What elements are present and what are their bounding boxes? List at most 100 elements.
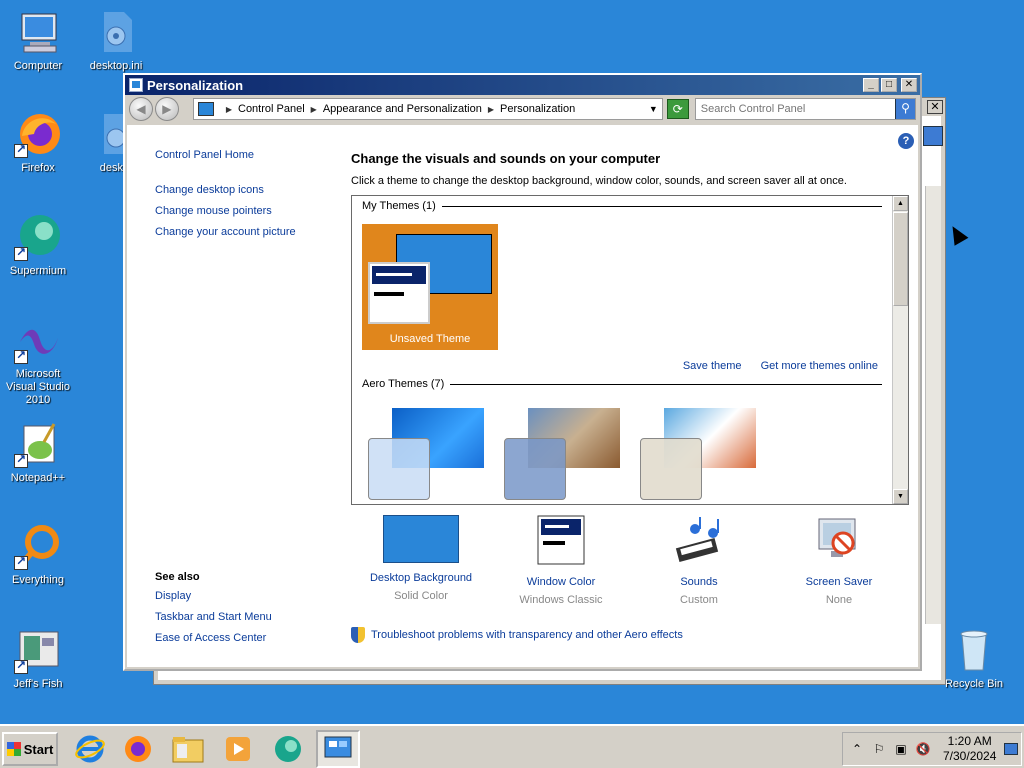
change-mouse-pointers-link[interactable]: Change mouse pointers: [155, 201, 337, 222]
aero-themes-header: Aero Themes (7): [362, 378, 882, 390]
window-title: Personalization: [147, 77, 244, 93]
aero-theme-windows7[interactable]: [362, 406, 492, 502]
sounds-tile[interactable]: Sounds Custom: [629, 515, 769, 609]
show-desktop-button[interactable]: [1004, 743, 1019, 755]
desktop-icon-firefox[interactable]: Firefox: [0, 110, 76, 175]
chevron-right-icon[interactable]: ▶: [226, 105, 232, 114]
breadcrumb-control-panel[interactable]: Control Panel: [238, 103, 305, 115]
chevron-right-icon[interactable]: ▶: [311, 105, 317, 114]
clock-time: 1:20 AM: [947, 734, 992, 748]
title-bar[interactable]: Personalization _ □ ✕: [125, 75, 920, 95]
tile-value: None: [825, 594, 853, 606]
help-icon[interactable]: ?: [898, 133, 914, 149]
desktop-icon-jeffs-fish[interactable]: Jeff's Fish: [0, 626, 76, 691]
desktop-icon-label: Jeff's Fish: [13, 678, 63, 690]
screen-saver-tile[interactable]: Screen Saver None: [769, 515, 909, 609]
everything-search-icon: [14, 522, 62, 570]
troubleshoot-row: Troubleshoot problems with transparency …: [351, 627, 683, 643]
desktop-icon-label: desktop.ini: [89, 60, 143, 72]
unsaved-theme-tile[interactable]: Unsaved Theme: [362, 224, 498, 350]
theme-links: Save theme Get more themes online: [667, 360, 878, 372]
desktop-icon-desktop-ini[interactable]: desktop.ini: [78, 8, 154, 73]
explorer-button[interactable]: [166, 730, 210, 768]
tile-name[interactable]: Screen Saver: [769, 573, 909, 591]
search-icon[interactable]: ⚲: [894, 99, 915, 119]
my-themes-header: My Themes (1): [362, 200, 882, 212]
firefox-taskbar-button[interactable]: [116, 730, 160, 768]
desktop-icon-label: Recycle Bin: [944, 678, 1004, 690]
search-icon[interactable]: [923, 126, 943, 146]
themes-list[interactable]: My Themes (1) Unsaved Theme Save theme G…: [351, 195, 909, 505]
supermium-taskbar-button[interactable]: [266, 730, 310, 768]
desktop-icon-notepadpp[interactable]: Notepad++: [0, 420, 76, 485]
desktop-icon-label: Everything: [12, 574, 64, 586]
desktop-icon-recycle-bin[interactable]: Recycle Bin: [936, 626, 1012, 691]
desktop-icon-supermium[interactable]: Supermium: [0, 213, 76, 278]
chevron-right-icon[interactable]: ▶: [488, 105, 494, 114]
taskbar-start-menu-link[interactable]: Taskbar and Start Menu: [155, 607, 272, 628]
change-account-picture-link[interactable]: Change your account picture: [155, 222, 337, 243]
tile-name[interactable]: Desktop Background: [351, 569, 491, 587]
search-input[interactable]: [695, 100, 895, 118]
minimize-button[interactable]: _: [863, 78, 879, 92]
scroll-thumb[interactable]: [893, 212, 908, 306]
back-button[interactable]: ◀: [129, 97, 153, 121]
shortcut-arrow-icon: [14, 348, 28, 364]
window-color-tile[interactable]: Window Color Windows Classic: [491, 515, 631, 609]
forward-button[interactable]: ▶: [154, 97, 179, 121]
personalization-window[interactable]: Personalization _ □ ✕ ◀ ▶ ▶ Control Pane…: [123, 73, 922, 671]
close-button[interactable]: ✕: [901, 78, 917, 92]
desktop-icon-computer[interactable]: Computer: [0, 8, 76, 73]
control-panel-home-link[interactable]: Control Panel Home: [155, 145, 337, 166]
breadcrumb[interactable]: ▶ Control Panel ▶ Appearance and Persona…: [192, 98, 663, 120]
breadcrumb-personalization[interactable]: Personalization: [500, 103, 575, 115]
aero-theme-characters[interactable]: [634, 406, 764, 502]
desktop-background-tile[interactable]: Desktop Background Solid Color: [351, 515, 491, 605]
refresh-button[interactable]: ⟳: [666, 99, 689, 119]
ease-of-access-link[interactable]: Ease of Access Center: [155, 628, 272, 649]
chevron-down-icon[interactable]: ▼: [649, 104, 658, 114]
clock[interactable]: 1:20 AM 7/30/2024: [943, 734, 996, 764]
desktop-icon-label: Notepad++: [10, 472, 66, 484]
tile-name[interactable]: Window Color: [491, 573, 631, 591]
tile-value: Solid Color: [394, 590, 448, 602]
desktop-icon-everything[interactable]: Everything: [0, 522, 76, 587]
page-subtitle: Click a theme to change the desktop back…: [351, 175, 847, 187]
flag-icon[interactable]: ⚐: [871, 741, 887, 757]
clock-date: 7/30/2024: [943, 749, 997, 763]
maximize-button[interactable]: □: [881, 78, 897, 92]
breadcrumb-appearance[interactable]: Appearance and Personalization: [323, 103, 482, 115]
troubleshoot-link[interactable]: Troubleshoot problems with transparency …: [371, 629, 683, 641]
desktop-icon-visual-studio[interactable]: Microsoft Visual Studio 2010: [0, 316, 76, 407]
folder-icon: [172, 737, 204, 763]
save-theme-link[interactable]: Save theme: [683, 360, 742, 372]
start-label: Start: [23, 741, 54, 757]
aero-themes-title: Aero Themes (7): [362, 378, 445, 390]
shortcut-arrow-icon: [14, 658, 28, 674]
get-more-themes-link[interactable]: Get more themes online: [761, 360, 878, 372]
scrollbar[interactable]: [925, 186, 941, 624]
search-box[interactable]: ⚲: [694, 98, 916, 120]
tile-name[interactable]: Sounds: [629, 573, 769, 591]
see-also-section: See also Display Taskbar and Start Menu …: [155, 571, 272, 649]
scroll-up-arrow-icon[interactable]: ▲: [893, 196, 908, 211]
page-title: Change the visuals and sounds on your co…: [351, 151, 661, 166]
close-icon[interactable]: ✕: [927, 100, 943, 114]
aero-theme-architecture[interactable]: [498, 406, 628, 502]
themes-scrollbar[interactable]: ▲ ▼: [892, 196, 908, 504]
chevron-up-icon[interactable]: ⌃: [849, 741, 865, 757]
volume-muted-icon[interactable]: 🔇: [915, 741, 931, 757]
computer-icon: [14, 8, 62, 56]
network-icon[interactable]: ▣: [893, 741, 909, 757]
content-area: ? Control Panel Home Change desktop icon…: [127, 125, 918, 667]
change-desktop-icons-link[interactable]: Change desktop icons: [155, 180, 337, 201]
media-player-button[interactable]: [216, 730, 260, 768]
desktop-icon-label: Supermium: [9, 265, 67, 277]
control-panel-taskbar-button[interactable]: [316, 730, 360, 768]
scroll-down-arrow-icon[interactable]: ▼: [893, 489, 908, 504]
display-link[interactable]: Display: [155, 586, 272, 607]
internet-explorer-button[interactable]: [68, 730, 112, 768]
firefox-icon: [14, 110, 62, 158]
notepadpp-icon: [14, 420, 62, 468]
start-button[interactable]: Start: [2, 732, 58, 766]
